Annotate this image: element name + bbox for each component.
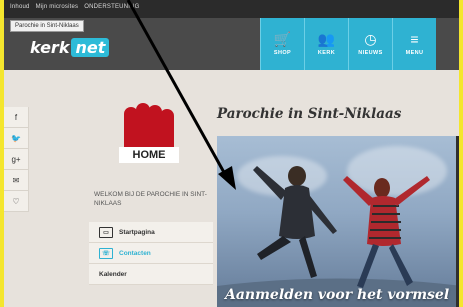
sidebar-item-label: Kalender — [99, 270, 127, 278]
home-logo-label: HOME — [119, 147, 179, 163]
google-plus-icon[interactable]: g+ — [4, 149, 28, 170]
nav-shop-label: SHOP — [273, 50, 292, 56]
heart-icon[interactable]: ♡ — [4, 191, 28, 212]
people-icon: 👥 — [317, 31, 336, 47]
topbar-link-ondersteuning[interactable]: ONDERSTEUNING — [84, 4, 139, 10]
top-utility-bar: Inhoud Mijn microsites ONDERSTEUNING — [4, 0, 459, 18]
browser-page: Inhoud Mijn microsites ONDERSTEUNING Par… — [4, 0, 459, 307]
monitor-icon: ▭ — [99, 226, 113, 238]
sidebar-item-startpagina[interactable]: ▭ Startpagina — [89, 222, 213, 243]
nav-menu-label: MENU — [405, 50, 424, 56]
parish-logo-graphic — [124, 103, 174, 147]
jumping-people-image — [217, 166, 459, 307]
social-share-bar: f 🐦 g+ ✉ ♡ — [4, 107, 29, 212]
menu-icon: ≡ — [410, 31, 419, 47]
parish-home-logo[interactable]: HOME — [119, 103, 179, 165]
facebook-icon[interactable]: f — [4, 107, 28, 128]
sidebar-item-contacten[interactable]: ☏ Contacten — [89, 243, 213, 264]
twitter-icon[interactable]: 🐦 — [4, 128, 28, 149]
topbar-link-microsites[interactable]: Mijn microsites — [36, 4, 79, 10]
topbar-link-inhoud[interactable]: Inhoud — [10, 4, 30, 10]
mail-icon[interactable]: ✉ — [4, 170, 28, 191]
kerknet-logo[interactable]: kerk net — [30, 38, 110, 57]
contact-card-icon: ☏ — [99, 247, 113, 259]
clock-icon: ◷ — [364, 31, 377, 47]
nav-shop-button[interactable]: 🛒 SHOP — [260, 18, 304, 70]
nav-kerk-button[interactable]: 👥 KERK — [304, 18, 348, 70]
slider-edge — [456, 136, 459, 307]
logo-part-kerk: kerk — [30, 38, 70, 57]
nav-kerk-label: KERK — [317, 50, 336, 56]
welcome-text: WELKOM BIJ DE PAROCHIE IN SINT-NIKLAAS — [94, 191, 207, 207]
nav-menu-button[interactable]: ≡ MENU — [392, 18, 436, 70]
page-title: Parochie in Sint-Niklaas — [217, 106, 402, 122]
logo-part-net: net — [71, 38, 110, 57]
sidebar-item-kalender[interactable]: Kalender — [89, 264, 213, 285]
sidebar-menu: ▭ Startpagina ☏ Contacten Kalender — [89, 222, 213, 285]
cart-icon: 🛒 — [273, 31, 292, 47]
hero-slide[interactable]: Aanmelden voor het vormsel — [217, 136, 459, 307]
nav-nieuws-label: NIEUWS — [358, 50, 383, 56]
sidebar-item-label: Contacten — [119, 249, 151, 257]
nav-nieuws-button[interactable]: ◷ NIEUWS — [348, 18, 392, 70]
sidebar-item-label: Startpagina — [119, 228, 155, 236]
tab-tooltip: Parochie in Sint-Niklaas — [10, 20, 84, 32]
main-nav: 🛒 SHOP 👥 KERK ◷ NIEUWS ≡ MENU — [260, 18, 436, 70]
hero-caption: Aanmelden voor het vormsel — [225, 287, 450, 303]
